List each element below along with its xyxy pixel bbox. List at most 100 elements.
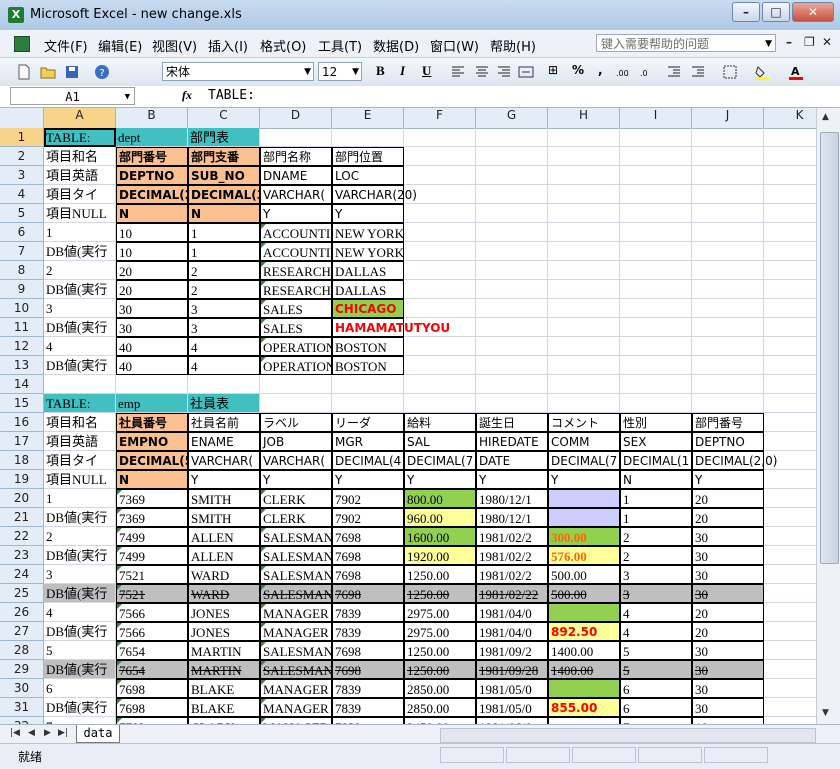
- align-right-icon[interactable]: [496, 64, 512, 80]
- row-header-24[interactable]: 24: [0, 565, 44, 584]
- cell-g16[interactable]: 誕生日: [476, 413, 548, 432]
- cell-e21[interactable]: 7902: [332, 508, 404, 527]
- cell-a26[interactable]: 4: [44, 603, 116, 622]
- cell-g8[interactable]: [476, 261, 548, 280]
- formula-input[interactable]: TABLE:: [208, 88, 255, 103]
- bold-button[interactable]: B: [376, 63, 385, 79]
- row-header-20[interactable]: 20: [0, 489, 44, 508]
- cell-c6[interactable]: 1: [188, 223, 260, 242]
- cell-g13[interactable]: [476, 356, 548, 375]
- cell-j4[interactable]: [692, 185, 764, 204]
- cell-k12[interactable]: [764, 337, 816, 356]
- increase-indent-icon[interactable]: [690, 64, 706, 80]
- cell-i14[interactable]: [620, 375, 692, 394]
- cell-g30[interactable]: 1981/05/0: [476, 679, 548, 698]
- prev-sheet-icon[interactable]: ◀: [28, 728, 35, 738]
- row-header-23[interactable]: 23: [0, 546, 44, 565]
- cell-e17[interactable]: MGR: [332, 432, 404, 451]
- cell-c4[interactable]: DECIMAL(3: [188, 185, 260, 204]
- cell-i6[interactable]: [620, 223, 692, 242]
- cell-k11[interactable]: [764, 318, 816, 337]
- cell-a24[interactable]: 3: [44, 565, 116, 584]
- cell-k32[interactable]: [764, 717, 816, 724]
- cell-i5[interactable]: [620, 204, 692, 223]
- cell-c5[interactable]: N: [188, 204, 260, 223]
- cell-d2[interactable]: 部門名称: [260, 147, 332, 166]
- cell-h31[interactable]: 855.00: [548, 698, 620, 717]
- cell-e28[interactable]: 7698: [332, 641, 404, 660]
- cell-c16[interactable]: 社員名前: [188, 413, 260, 432]
- cell-g27[interactable]: 1981/04/0: [476, 622, 548, 641]
- cell-f17[interactable]: SAL: [404, 432, 476, 451]
- cell-k17[interactable]: [764, 432, 816, 451]
- horizontal-scrollbar[interactable]: [440, 728, 816, 743]
- column-header-f[interactable]: F: [404, 108, 476, 128]
- cell-b24[interactable]: 7521: [116, 565, 188, 584]
- underline-button[interactable]: U: [422, 63, 431, 79]
- menu-tools[interactable]: 工具(T): [318, 36, 362, 55]
- cell-i24[interactable]: 3: [620, 565, 692, 584]
- cell-k13[interactable]: [764, 356, 816, 375]
- cell-b32[interactable]: 7782: [116, 717, 188, 724]
- cell-k2[interactable]: [764, 147, 816, 166]
- cell-b21[interactable]: 7369: [116, 508, 188, 527]
- cell-e31[interactable]: 7839: [332, 698, 404, 717]
- cell-h17[interactable]: COMM: [548, 432, 620, 451]
- cell-j19[interactable]: Y: [692, 470, 764, 489]
- cell-j24[interactable]: 30: [692, 565, 764, 584]
- cell-f22[interactable]: 1600.00: [404, 527, 476, 546]
- cell-g22[interactable]: 1981/02/2: [476, 527, 548, 546]
- cell-d9[interactable]: RESEARCH: [260, 280, 332, 299]
- cell-g23[interactable]: 1981/02/2: [476, 546, 548, 565]
- cell-f14[interactable]: [404, 375, 476, 394]
- row-header-5[interactable]: 5: [0, 204, 44, 223]
- font-color-icon[interactable]: A: [788, 64, 804, 80]
- cell-j1[interactable]: [692, 128, 764, 147]
- cell-f26[interactable]: 2975.00: [404, 603, 476, 622]
- cell-a23[interactable]: DB値(実行: [44, 546, 116, 565]
- cell-i8[interactable]: [620, 261, 692, 280]
- cell-e6[interactable]: NEW YORK: [332, 223, 404, 242]
- cell-e18[interactable]: DECIMAL(4: [332, 451, 404, 470]
- cell-c28[interactable]: MARTIN: [188, 641, 260, 660]
- cell-i18[interactable]: DECIMAL(1: [620, 451, 692, 470]
- cell-b3[interactable]: DEPTNO: [116, 166, 188, 185]
- cell-h8[interactable]: [548, 261, 620, 280]
- menu-help[interactable]: 帮助(H): [490, 36, 536, 55]
- cell-h1[interactable]: [548, 128, 620, 147]
- cell-c11[interactable]: 3: [188, 318, 260, 337]
- row-header-32[interactable]: 32: [0, 717, 44, 724]
- cell-h15[interactable]: [548, 394, 620, 413]
- cell-k14[interactable]: [764, 375, 816, 394]
- cell-c20[interactable]: SMITH: [188, 489, 260, 508]
- cell-f16[interactable]: 給料: [404, 413, 476, 432]
- cell-f21[interactable]: 960.00: [404, 508, 476, 527]
- cell-d15[interactable]: [260, 394, 332, 413]
- cell-j13[interactable]: [692, 356, 764, 375]
- cell-j9[interactable]: [692, 280, 764, 299]
- cell-e2[interactable]: 部門位置: [332, 147, 404, 166]
- cell-b6[interactable]: 10: [116, 223, 188, 242]
- menu-format[interactable]: 格式(O): [260, 36, 306, 55]
- cell-e23[interactable]: 7698: [332, 546, 404, 565]
- cell-g1[interactable]: [476, 128, 548, 147]
- cell-j8[interactable]: [692, 261, 764, 280]
- font-size-select[interactable]: 12 ▼: [318, 62, 362, 81]
- cell-k10[interactable]: [764, 299, 816, 318]
- cell-k20[interactable]: [764, 489, 816, 508]
- cell-d31[interactable]: MANAGER: [260, 698, 332, 717]
- cell-e4[interactable]: VARCHAR(20): [332, 185, 417, 204]
- row-header-13[interactable]: 13: [0, 356, 44, 375]
- row-header-4[interactable]: 4: [0, 185, 44, 204]
- cell-j29[interactable]: 30: [692, 660, 764, 679]
- cell-b2[interactable]: 部門番号: [116, 147, 188, 166]
- scroll-up-icon[interactable]: ▲: [822, 112, 829, 122]
- cell-c7[interactable]: 1: [188, 242, 260, 261]
- select-all-button[interactable]: [0, 108, 44, 128]
- cell-k28[interactable]: [764, 641, 816, 660]
- cell-k23[interactable]: [764, 546, 816, 565]
- cell-h9[interactable]: [548, 280, 620, 299]
- cell-h11[interactable]: [548, 318, 620, 337]
- cell-b17[interactable]: EMPNO: [116, 432, 188, 451]
- decrease-decimal-icon[interactable]: .0: [640, 64, 656, 80]
